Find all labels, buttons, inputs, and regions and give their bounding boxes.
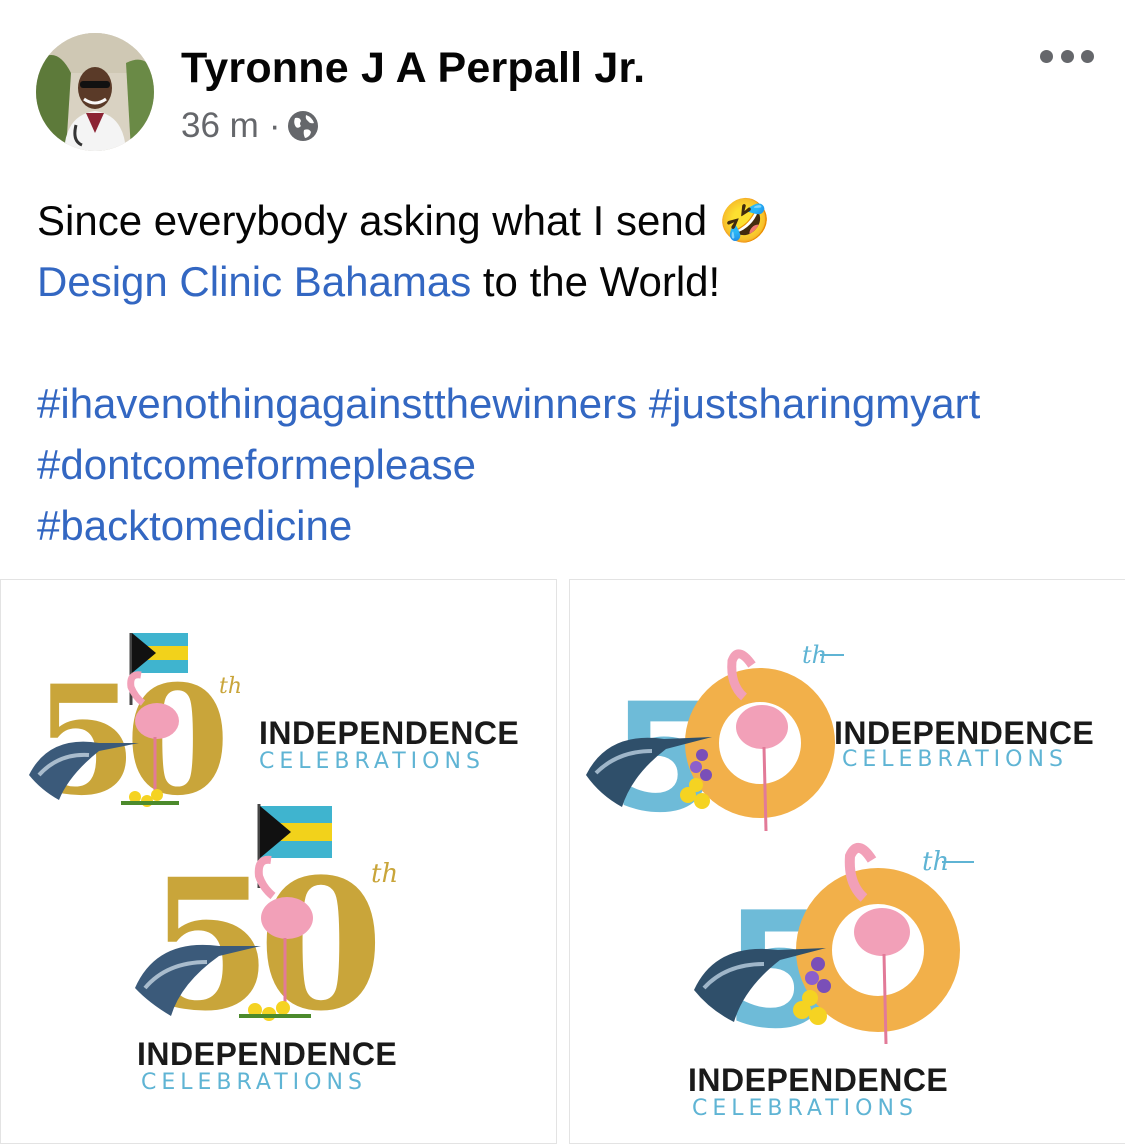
logo-subtitle: CELEBRATIONS bbox=[692, 1096, 918, 1121]
post-text-line-2: Design Clinic Bahamas to the World! bbox=[37, 251, 1097, 312]
more-options-button[interactable] bbox=[1040, 44, 1094, 68]
logo-subtitle: CELEBRATIONS bbox=[259, 749, 485, 774]
hashtag-line-2: #dontcomeformeplease bbox=[37, 434, 1097, 495]
post-photo-gold-logos[interactable]: 50 th INDEPENDENCE CELEBRATIONS 50 th IN… bbox=[0, 579, 557, 1144]
globe-icon[interactable] bbox=[286, 109, 320, 143]
blue-orange-50-emblem-icon: 5 th bbox=[586, 641, 844, 835]
hashtag-link[interactable]: #backtomedicine bbox=[37, 502, 352, 549]
post-text-intro: Since everybody asking what I send bbox=[37, 197, 708, 244]
more-dot-icon bbox=[1040, 49, 1053, 63]
post-text-rest: to the World! bbox=[471, 258, 721, 305]
emblem-ordinal: th bbox=[371, 859, 398, 889]
post-meta: 36 m · bbox=[181, 106, 320, 146]
avatar-photo bbox=[36, 33, 154, 151]
meta-separator: · bbox=[268, 106, 281, 145]
rolling-laughing-emoji-icon: 🤣 bbox=[718, 197, 772, 244]
post-photo-blue-orange-logos[interactable]: 5 th INDEPENDENCE CELEBRATIONS 5 th INDE… bbox=[569, 579, 1125, 1144]
gold-50-emblem-icon: 50 th bbox=[135, 804, 398, 1028]
logo-title: INDEPENDENCE bbox=[137, 1036, 398, 1072]
hashtag-link[interactable]: #justsharingmyart bbox=[649, 380, 980, 427]
logo-subtitle: CELEBRATIONS bbox=[842, 747, 1068, 772]
gold-50-emblem-icon: 50 th bbox=[29, 633, 242, 815]
hashtag-line-3: #backtomedicine bbox=[37, 495, 1097, 556]
blue-orange-logo-horizontal: 5 th INDEPENDENCE CELEBRATIONS bbox=[584, 635, 1114, 835]
more-dot-icon bbox=[1060, 49, 1074, 63]
post-author-name[interactable]: Tyronne J A Perpall Jr. bbox=[181, 44, 645, 93]
hashtag-line-1: #ihavenothingagainstthewinners #justshar… bbox=[37, 373, 1097, 434]
blue-orange-50-emblem-icon: 5 th bbox=[694, 843, 974, 1050]
page-mention-link[interactable]: Design Clinic Bahamas bbox=[37, 258, 471, 305]
logo-subtitle: CELEBRATIONS bbox=[141, 1070, 367, 1095]
logo-title: INDEPENDENCE bbox=[259, 715, 520, 751]
gold-logo-horizontal: 50 th INDEPENDENCE CELEBRATIONS bbox=[29, 625, 549, 815]
gold-logo-stacked: 50 th INDEPENDENCE CELEBRATIONS bbox=[131, 798, 431, 1118]
post-timestamp[interactable]: 36 m bbox=[181, 106, 259, 146]
emblem-ordinal: th bbox=[219, 674, 242, 699]
post-text-line-1: Since everybody asking what I send 🤣 bbox=[37, 190, 1097, 251]
more-dot-icon bbox=[1081, 49, 1094, 63]
hashtag-link[interactable]: #dontcomeformeplease bbox=[37, 441, 476, 488]
blue-orange-logo-stacked: 5 th INDEPENDENCE CELEBRATIONS bbox=[688, 830, 1018, 1130]
logo-title: INDEPENDENCE bbox=[688, 1062, 949, 1098]
hashtag-link[interactable]: #ihavenothingagainstthewinners bbox=[37, 380, 637, 427]
author-avatar[interactable] bbox=[36, 33, 154, 151]
post-body: Since everybody asking what I send 🤣 Des… bbox=[37, 190, 1097, 556]
